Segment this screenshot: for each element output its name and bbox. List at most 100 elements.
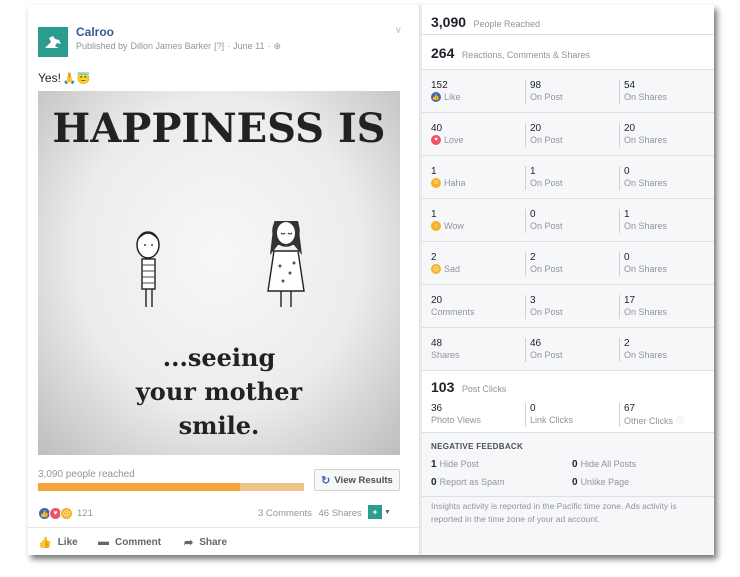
on-post-label: On Post — [530, 221, 563, 231]
clicks-breakdown: 36 Photo Views 0 Link Clicks 67 Other Clic… — [422, 403, 714, 429]
sad-reaction-icon: ☹ — [60, 507, 73, 520]
haha-on-post: 1 — [530, 166, 536, 177]
comments-on-post: 3 — [530, 295, 536, 306]
wow-total: 1 — [431, 209, 437, 220]
unlike-page-value: 0 — [572, 477, 578, 488]
thumbs-up-icon: 👍 — [38, 537, 52, 549]
sad-total: 2 — [431, 252, 437, 263]
post-date[interactable]: June 11 — [233, 41, 264, 51]
comments-label: Comments — [431, 307, 475, 317]
on-post-label: On Post — [530, 350, 563, 360]
shares-on-shares: 2 — [624, 338, 630, 349]
hide-all-posts-stat: 0 Hide All Posts — [572, 459, 636, 470]
post-byline: Published by Dillon James Barker [?] · June … — [76, 41, 284, 52]
page-name[interactable]: Calroo — [76, 25, 114, 39]
post-text: Yes! 🙏😇 — [38, 71, 90, 85]
hide-post-value: 1 — [431, 459, 437, 470]
post-emojis: 🙏😇 — [62, 73, 91, 85]
haha-label: Haha — [444, 178, 466, 188]
view-results-button[interactable]: ↻ View Results — [314, 469, 400, 491]
like-total: 152 — [431, 80, 448, 91]
caret-down-icon: ▼ — [384, 508, 391, 516]
photo-views-label: Photo Views — [431, 415, 481, 425]
byline-separator-2: · — [267, 41, 271, 51]
on-shares-label: On Shares — [624, 350, 668, 360]
caption-line-1: ...seeing — [162, 343, 276, 372]
post-header: Calroo Published by Dillon James Barker [?… — [38, 25, 410, 65]
love-on-shares: 20 — [624, 123, 636, 134]
sad-on-shares: 0 — [624, 252, 630, 263]
breakdown-row-like: 152 👍 Like 98 On Post 54 On Shares — [422, 70, 714, 113]
love-label: Love — [444, 135, 464, 145]
comment-share-counts: 3 Comments 46 Shares — [258, 508, 366, 519]
help-marker[interactable]: [?] — [214, 41, 224, 51]
counts-row: 👍 ♥ ☹ 121 3 Comments 46 Shares ✦ ▼ — [38, 505, 410, 523]
sad-icon: ☹ — [431, 264, 441, 274]
people-reached-value: 3,090 — [431, 14, 467, 30]
refresh-icon: ↻ — [321, 474, 331, 487]
like-label: Like — [444, 92, 461, 102]
comments-count-link[interactable]: 3 Comments — [258, 508, 312, 519]
engagement-breakdown: 152 👍 Like 98 On Post 54 On Shares 40 ♥ Love… — [422, 70, 714, 371]
comment-action-label: Comment — [115, 536, 162, 548]
post-clicks-label: Post Clicks — [461, 384, 507, 394]
like-on-shares: 54 — [624, 80, 636, 91]
wow-label: Wow — [444, 221, 464, 231]
post-image[interactable]: HAPPINESS IS ...seeing your mother smile… — [38, 91, 400, 455]
reaction-summary[interactable]: 👍 ♥ ☹ 121 — [38, 507, 93, 520]
on-shares-label: On Shares — [624, 264, 668, 274]
post-clicks-value: 103 — [431, 379, 455, 395]
byline-separator: · — [227, 41, 231, 51]
post-insights-panel: Calroo Published by Dillon James Barker [?… — [28, 5, 714, 555]
engagement-value: 264 — [431, 45, 455, 61]
insights-panel: 3,090 People Reached 264 Reactions, Comm… — [422, 5, 714, 555]
share-action-button[interactable]: ➦ Share — [184, 536, 227, 549]
sad-label: Sad — [444, 264, 461, 274]
love-icon: ♥ — [431, 135, 441, 145]
wow-icon: ○ — [431, 221, 441, 231]
reach-label: 3,090 people reached — [38, 469, 135, 480]
comment-action-button[interactable]: ▬ Comment — [98, 536, 161, 548]
other-clicks-label: Other Clicks — [624, 415, 674, 426]
negative-feedback-title: NEGATIVE FEEDBACK — [431, 442, 524, 451]
haha-on-shares: 0 — [624, 166, 630, 177]
image-headline: HAPPINESS IS — [52, 105, 386, 152]
like-on-post: 98 — [530, 80, 542, 91]
on-shares-label: On Shares — [624, 92, 668, 102]
link-clicks-label: Link Clicks — [530, 415, 574, 425]
report-spam-stat: 0 Report as Spam — [431, 477, 505, 488]
engagement-block: 264 Reactions, Comments & Shares — [422, 35, 714, 70]
post-message: Yes! — [38, 71, 61, 85]
share-arrow-icon: ➦ — [184, 537, 194, 549]
on-shares-label: On Shares — [624, 307, 668, 317]
on-post-label: On Post — [530, 264, 563, 274]
like-action-button[interactable]: 👍 Like — [38, 536, 78, 549]
sad-on-post: 2 — [530, 252, 536, 263]
byline-prefix: Published by — [76, 41, 128, 51]
post-clicks-block: 103 Post Clicks 36 Photo Views 0 Link Clic… — [422, 371, 714, 433]
chevron-down-icon[interactable]: ∨ — [395, 25, 402, 36]
info-icon[interactable]: ⓘ — [676, 415, 684, 426]
breakdown-row-comments: 20 Comments 3 On Post 17 On Shares — [422, 285, 714, 328]
author-name[interactable]: Dillon James Barker — [131, 41, 212, 51]
like-action-label: Like — [57, 537, 78, 548]
wow-on-shares: 1 — [624, 209, 630, 220]
people-reached-label: People Reached — [473, 19, 541, 29]
shares-label: Shares — [431, 350, 460, 360]
page-voice-selector[interactable]: ✦ ▼ — [368, 505, 391, 519]
reach-bar-fill — [38, 483, 241, 491]
hide-post-label: Hide Post — [439, 459, 479, 469]
shares-on-post: 46 — [530, 338, 542, 349]
hide-all-posts-value: 0 — [572, 459, 578, 470]
people-reached-block: 3,090 People Reached — [422, 5, 714, 35]
report-spam-label: Report as Spam — [439, 477, 505, 487]
caption-line-2: your mother — [135, 377, 303, 406]
shares-count-link[interactable]: 46 Shares — [319, 508, 362, 519]
page-avatar[interactable] — [38, 27, 68, 57]
haha-icon: ☺ — [431, 178, 441, 188]
comment-bubble-icon: ▬ — [98, 536, 109, 548]
report-spam-value: 0 — [431, 477, 437, 488]
breakdown-row-haha: 1 ☺ Haha 1 On Post 0 On Shares — [422, 156, 714, 199]
link-clicks-value: 0 — [530, 403, 536, 414]
photo-views-value: 36 — [431, 403, 443, 414]
